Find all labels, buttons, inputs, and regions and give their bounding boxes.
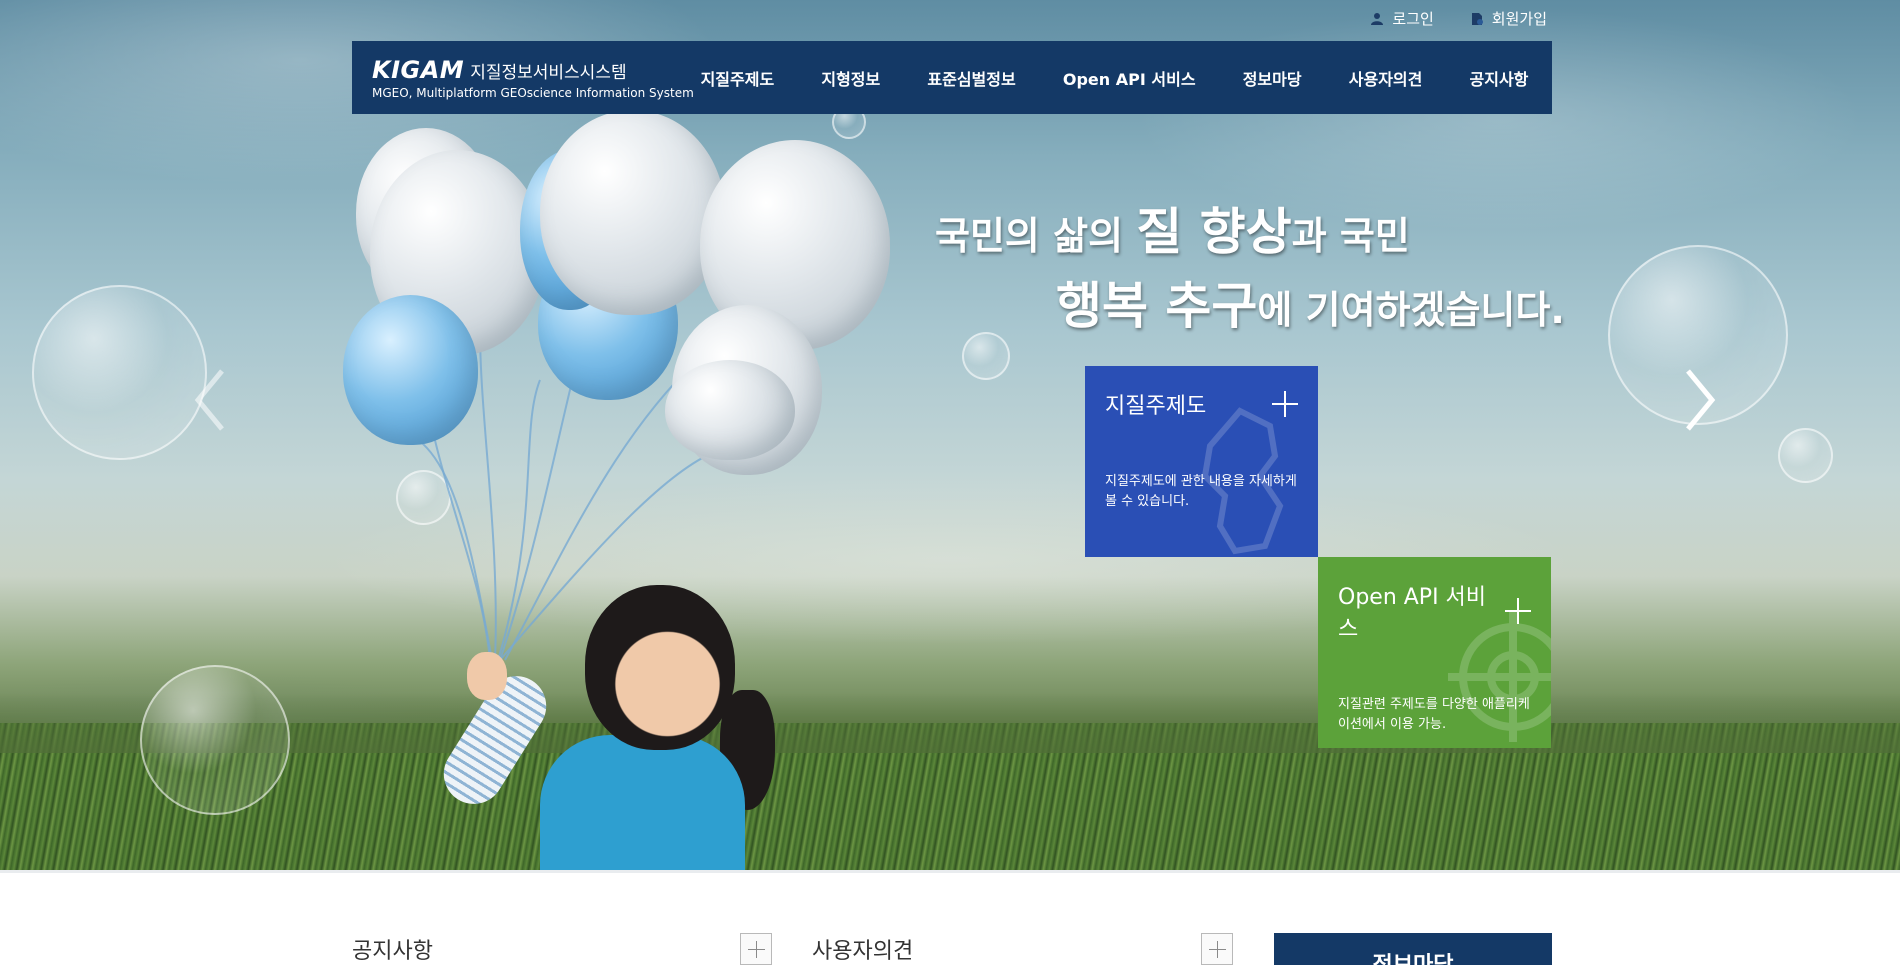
- main-menu: 지질주제도 지형정보 표준심벌정보 Open API 서비스 정보마당 사용자의…: [677, 66, 1552, 90]
- opinion-more-button[interactable]: [1201, 933, 1233, 965]
- nav-item-info-plaza[interactable]: 정보마당: [1243, 66, 1302, 90]
- bottom-section: [0, 873, 1900, 965]
- opinion-panel-title: 사용자의견: [812, 939, 914, 964]
- girl-head: [585, 585, 735, 750]
- feature-geo-map-card[interactable]: 지질주제도 지질주제도에 관한 내용을 자세하게 볼 수 있습니다.: [1085, 366, 1318, 557]
- feature-geo-map-title: 지질주제도: [1105, 394, 1207, 419]
- notice-panel-header: 공지사항: [352, 933, 433, 965]
- signup-label: 회원가입: [1491, 10, 1547, 28]
- feature-open-api-card[interactable]: Open API 서비스 지질관련 주제도를 다양한 애플리케이션에서 이용 가…: [1318, 557, 1551, 748]
- hero-banner: [0, 0, 1900, 873]
- nav-item-notice[interactable]: 공지사항: [1470, 66, 1529, 90]
- notice-panel-title: 공지사항: [352, 939, 433, 964]
- feature-open-api-title: Open API 서비스: [1338, 585, 1487, 642]
- nav-item-geo-map[interactable]: 지질주제도: [701, 66, 775, 90]
- nav-item-open-api[interactable]: Open API 서비스: [1063, 66, 1196, 90]
- kigam-logo: KIGAM: [372, 55, 465, 84]
- brand-subtitle: MGEO, Multiplatform GEOscience Informati…: [372, 85, 694, 100]
- signup-document-icon: [1470, 12, 1484, 26]
- signup-link[interactable]: 회원가입: [1470, 8, 1547, 29]
- brand-title: 지질정보서비스시스템: [470, 62, 627, 83]
- headline-line-1: 국민의 삶의 질 향상과 국민: [935, 192, 1565, 264]
- notice-more-button[interactable]: [740, 933, 772, 965]
- nav-item-terrain-info[interactable]: 지형정보: [821, 66, 880, 90]
- feature-geo-map-desc: 지질주제도에 관한 내용을 자세하게 볼 수 있습니다.: [1105, 474, 1297, 509]
- plus-icon: [1505, 598, 1531, 624]
- headline-text: 국민의 삶의: [935, 214, 1137, 258]
- user-icon: [1370, 12, 1384, 26]
- opinion-panel-header: 사용자의견: [812, 933, 913, 965]
- chevron-right-icon: [1686, 369, 1716, 431]
- nav-item-standard-symbol[interactable]: 표준심벌정보: [927, 66, 1015, 90]
- headline-emphasis: 질 향상: [1136, 203, 1292, 261]
- slider-next-button[interactable]: [1680, 365, 1720, 435]
- utility-links: 로그인 회원가입: [1370, 8, 1547, 29]
- slider-prev-button[interactable]: [190, 365, 230, 435]
- headline-text: 과 국민: [1291, 214, 1410, 258]
- girl-hand: [467, 652, 507, 700]
- girl-body: [540, 735, 745, 873]
- nav-item-user-opinion[interactable]: 사용자의견: [1349, 66, 1423, 90]
- chevron-left-icon: [194, 369, 224, 431]
- headline-text: 에 기여하겠습니다.: [1257, 288, 1565, 332]
- balloon-strings: [379, 309, 721, 661]
- plus-icon: [1272, 391, 1298, 417]
- login-label: 로그인: [1392, 10, 1434, 28]
- balloon-decoration: [540, 110, 725, 315]
- headline-line-2: 행복 추구에 기여하겠습니다.: [935, 266, 1565, 338]
- info-plaza-tab[interactable]: 정보마당: [1274, 933, 1552, 965]
- main-nav-bar: KIGAM 지질정보서비스시스템 MGEO, Multiplatform GEO…: [352, 41, 1552, 114]
- feature-open-api-desc: 지질관련 주제도를 다양한 애플리케이션에서 이용 가능.: [1338, 697, 1530, 732]
- hero-headline: 국민의 삶의 질 향상과 국민 행복 추구에 기여하겠습니다.: [935, 192, 1565, 338]
- login-link[interactable]: 로그인: [1370, 8, 1434, 29]
- balloon-decoration: [343, 295, 478, 445]
- brand-logo-link[interactable]: KIGAM 지질정보서비스시스템 MGEO, Multiplatform GEO…: [352, 55, 694, 100]
- headline-emphasis: 행복 추구: [1056, 277, 1258, 335]
- balloon-decoration: [665, 360, 795, 460]
